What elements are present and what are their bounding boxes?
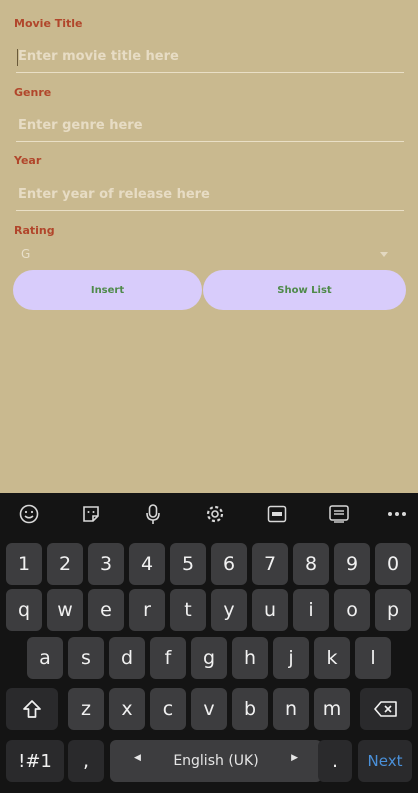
backspace-icon [374,701,397,717]
keyboard-toolbar [0,493,418,535]
key-k[interactable]: k [314,637,350,679]
next-key-label: Next [367,752,403,770]
key-y[interactable]: y [211,589,247,631]
key-s[interactable]: s [68,637,104,679]
key-0[interactable]: 0 [375,543,411,585]
key-6[interactable]: 6 [211,543,247,585]
key-q[interactable]: q [6,589,42,631]
emoji-icon[interactable] [18,503,40,525]
key-d[interactable]: d [109,637,145,679]
key-g[interactable]: g [191,637,227,679]
clipboard-icon[interactable] [328,503,350,525]
key-f[interactable]: f [150,637,186,679]
year-label: Year [14,154,42,167]
key-x[interactable]: x [109,688,145,730]
key-p[interactable]: p [375,589,411,631]
space-key-label: English (UK) [173,753,259,769]
shift-key[interactable] [6,688,58,730]
key-l[interactable]: l [355,637,391,679]
key-9[interactable]: 9 [334,543,370,585]
key-a[interactable]: a [27,637,63,679]
settings-icon[interactable] [204,503,226,525]
space-left-arrow-icon: ◀ [134,753,141,763]
key-m[interactable]: m [314,688,350,730]
show-list-button[interactable]: Show List [203,270,406,310]
dropdown-arrow-icon [380,252,388,257]
backspace-key[interactable] [360,688,412,730]
period-key[interactable]: . [318,740,352,782]
key-e[interactable]: e [88,589,124,631]
key-h[interactable]: h [232,637,268,679]
year-input[interactable] [16,180,404,208]
insert-button[interactable]: Insert [13,270,202,310]
key-n[interactable]: n [273,688,309,730]
text-cursor [17,49,18,66]
space-key[interactable]: ◀ English (UK) ▶ [110,740,322,782]
key-v[interactable]: v [191,688,227,730]
key-1[interactable]: 1 [6,543,42,585]
shift-icon [23,700,41,718]
movie-title-label: Movie Title [14,17,83,30]
key-2[interactable]: 2 [47,543,83,585]
key-i[interactable]: i [293,589,329,631]
gif-icon[interactable] [266,503,288,525]
key-7[interactable]: 7 [252,543,288,585]
symbols-key[interactable]: !#1 [6,740,64,782]
key-5[interactable]: 5 [170,543,206,585]
key-w[interactable]: w [47,589,83,631]
movie-form-screen: Movie Title Genre Year Rating G Insert S… [0,0,418,493]
key-u[interactable]: u [252,589,288,631]
key-3[interactable]: 3 [88,543,124,585]
year-field[interactable] [16,180,404,211]
key-4[interactable]: 4 [129,543,165,585]
key-c[interactable]: c [150,688,186,730]
movie-title-input[interactable] [16,42,404,70]
genre-field[interactable] [16,111,404,142]
more-icon[interactable] [386,503,408,525]
key-b[interactable]: b [232,688,268,730]
rating-label: Rating [14,224,55,237]
soft-keyboard: 1 2 3 4 5 6 7 8 9 0 q w e r t y u i o p … [0,493,418,793]
key-t[interactable]: t [170,589,206,631]
key-r[interactable]: r [129,589,165,631]
microphone-icon[interactable] [142,503,164,525]
key-j[interactable]: j [273,637,309,679]
space-right-arrow-icon: ▶ [291,753,298,763]
key-z[interactable]: z [68,688,104,730]
rating-selected-value: G [21,247,31,261]
movie-title-field[interactable] [16,42,404,73]
sticker-icon[interactable] [80,503,102,525]
genre-input[interactable] [16,111,404,139]
key-8[interactable]: 8 [293,543,329,585]
comma-key[interactable]: , [68,740,104,782]
genre-label: Genre [14,86,52,99]
key-o[interactable]: o [334,589,370,631]
rating-dropdown[interactable]: G [16,244,390,266]
next-key[interactable]: Next [358,740,412,782]
